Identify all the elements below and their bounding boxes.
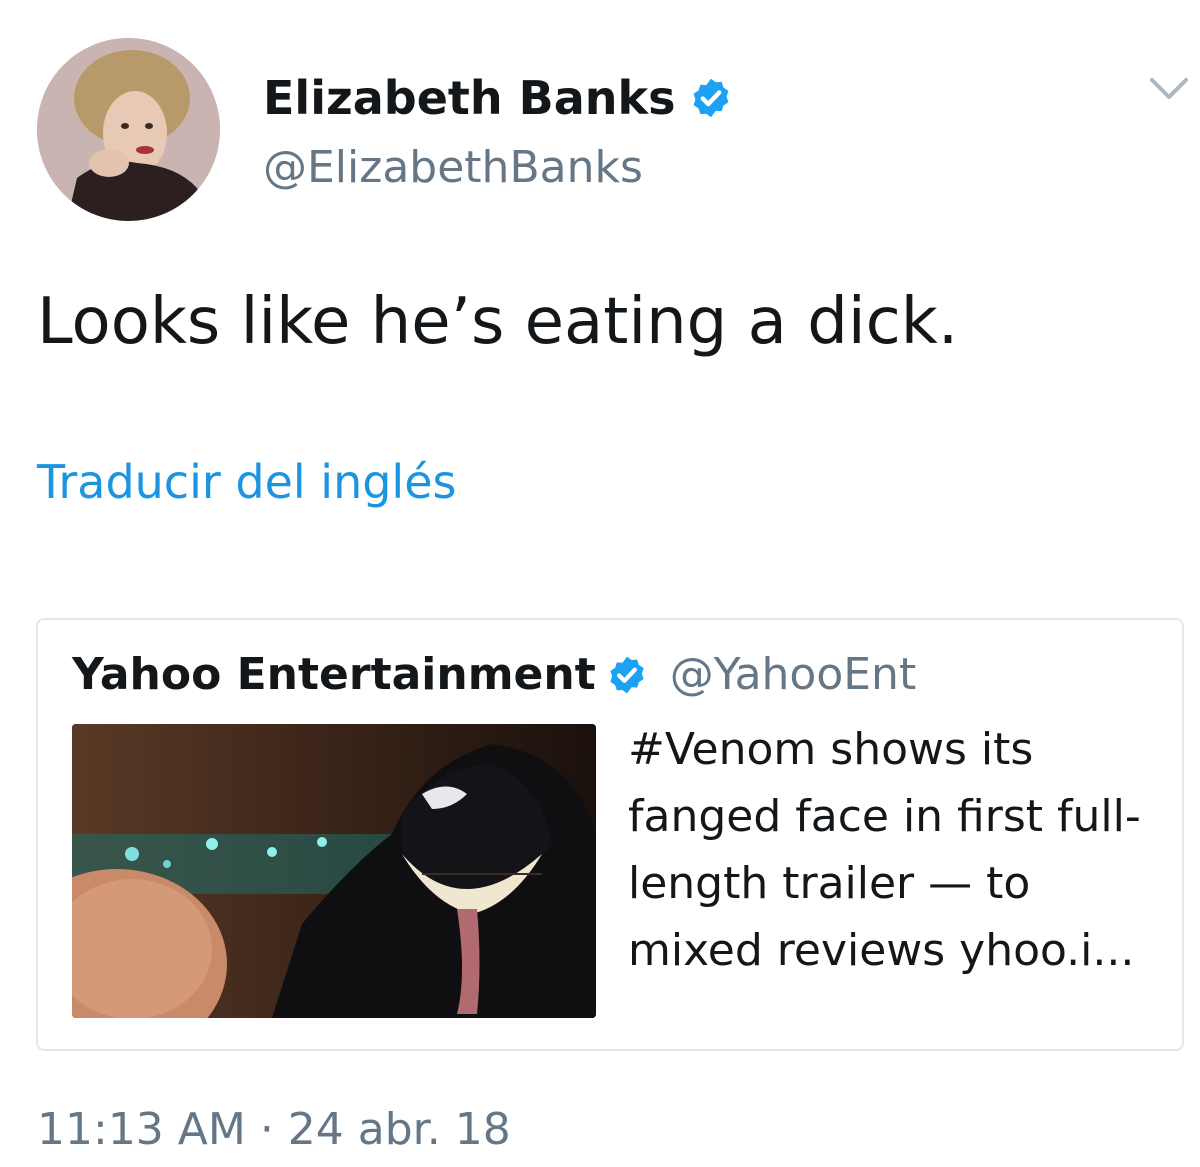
avatar-image <box>37 38 220 221</box>
quoted-tweet-image[interactable] <box>72 724 596 1018</box>
verified-badge-icon <box>694 78 729 118</box>
venom-still-image <box>72 724 596 1018</box>
author-name-text: Elizabeth Banks <box>263 71 676 125</box>
author-display-name[interactable]: Elizabeth Banks <box>263 68 733 128</box>
author-avatar[interactable] <box>37 38 220 221</box>
quoted-tweet-text: #Venom shows its fanged face in first fu… <box>628 724 1141 976</box>
translate-link[interactable]: Traducir del inglés <box>37 452 456 512</box>
quoted-author-name: Yahoo Entertainment <box>72 649 596 700</box>
quoted-author-handle: @YahooEnt <box>669 649 917 700</box>
quoted-tweet-header: Yahoo Entertainment @YahooEnt <box>72 644 916 706</box>
tweet-text: Looks like he’s eating a dick. <box>37 285 959 359</box>
tweet-timestamp[interactable]: 11:13 AM · 24 abr. 18 <box>37 1100 511 1160</box>
chevron-down-icon[interactable] <box>1148 72 1190 106</box>
verified-badge-icon <box>610 656 644 694</box>
tweet-card: Elizabeth Banks @ElizabethBanks Looks li… <box>0 0 1200 1167</box>
author-handle[interactable]: @ElizabethBanks <box>263 138 643 198</box>
quoted-tweet-card[interactable]: Yahoo Entertainment @YahooEnt #Venom sho… <box>36 618 1184 1051</box>
